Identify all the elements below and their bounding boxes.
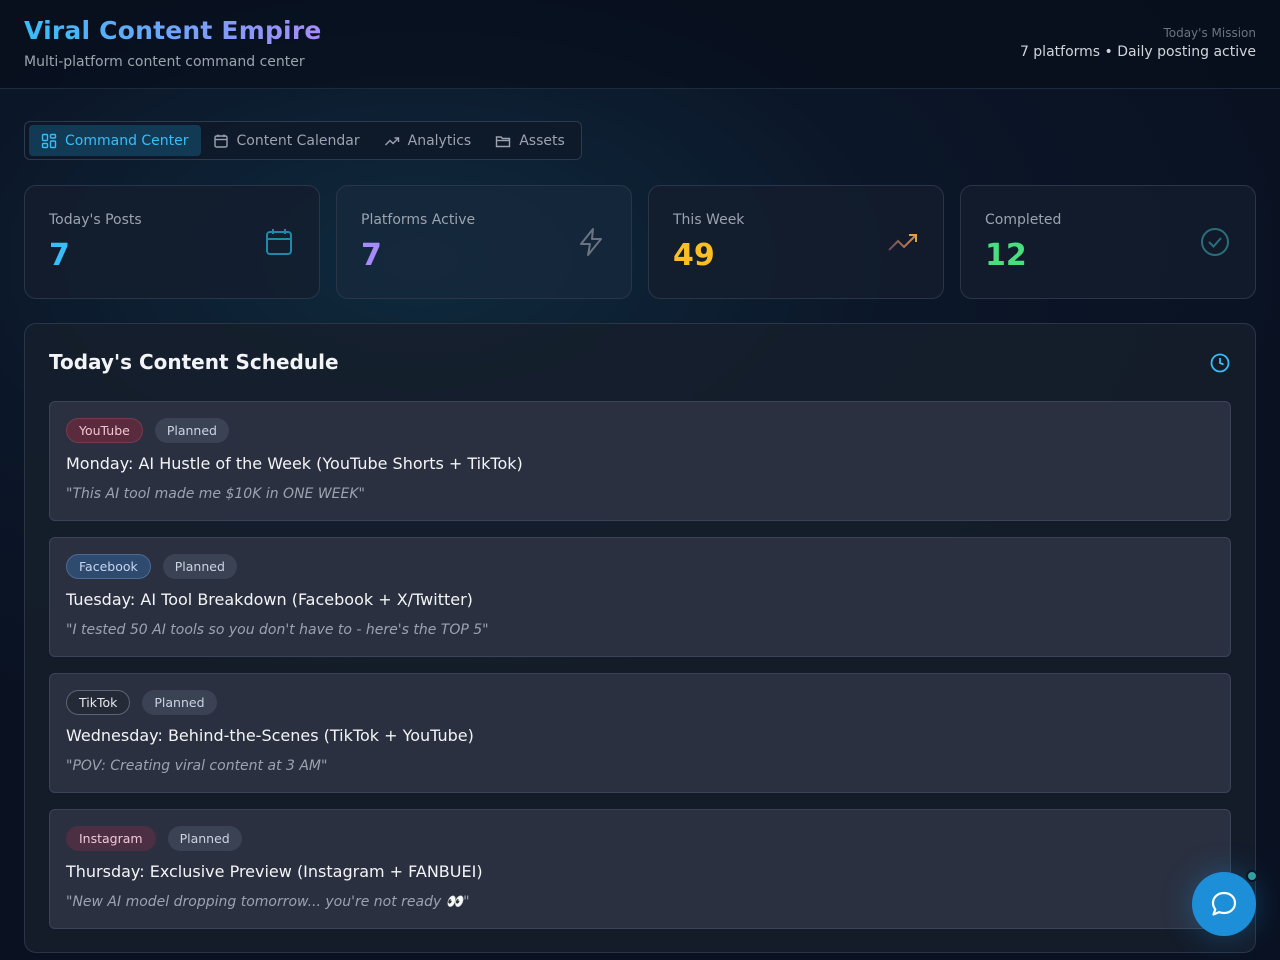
item-hook-quote: "This AI tool made me $10K in ONE WEEK" <box>66 486 365 502</box>
status-badge: Planned <box>154 418 229 443</box>
tab-content-calendar[interactable]: Content Calendar <box>201 125 372 156</box>
schedule-item[interactable]: Facebook Planned Tuesday: AI Tool Breakd… <box>49 537 1231 657</box>
stat-value: 7 <box>361 238 382 273</box>
stat-card-todays-posts: Today's Posts 7 <box>24 185 320 299</box>
content-schedule-panel: Today's Content Schedule YouTube Planned… <box>24 323 1256 953</box>
mission-value: 7 platforms • Daily posting active <box>1019 44 1256 60</box>
stat-label: Today's Posts <box>49 212 142 228</box>
platform-badge: YouTube <box>66 418 143 443</box>
tab-analytics[interactable]: Analytics <box>372 125 484 156</box>
stat-value: 12 <box>985 238 1027 273</box>
item-title: Wednesday: Behind-the-Scenes (TikTok + Y… <box>66 726 474 745</box>
schedule-item[interactable]: Instagram Planned Thursday: Exclusive Pr… <box>49 809 1231 929</box>
lightning-icon <box>580 228 602 256</box>
chat-bubble-icon <box>1211 891 1237 916</box>
main-tabs: Command Center Content Calendar Analytic… <box>24 121 582 160</box>
tab-command-center[interactable]: Command Center <box>29 125 201 156</box>
folder-icon <box>496 135 511 147</box>
schedule-item[interactable]: YouTube Planned Monday: AI Hustle of the… <box>49 401 1231 521</box>
trending-up-icon <box>888 234 917 251</box>
app-subtitle: Multi-platform content command center <box>24 54 305 70</box>
schedule-title: Today's Content Schedule <box>49 350 339 374</box>
stats-row: Today's Posts 7 Platforms Active 7 This … <box>24 185 1256 299</box>
trending-up-icon <box>384 136 399 145</box>
platform-badge: Instagram <box>66 826 156 851</box>
chat-button[interactable] <box>1192 872 1256 936</box>
stat-card-this-week: This Week 49 <box>648 185 944 299</box>
mission-label: Today's Mission <box>1163 26 1256 40</box>
status-badge: Planned <box>162 554 237 579</box>
clock-icon <box>1210 353 1230 373</box>
stat-label: Platforms Active <box>361 212 476 228</box>
platform-badge: TikTok <box>66 690 131 715</box>
calendar-icon <box>266 229 292 255</box>
schedule-item[interactable]: TikTok Planned Wednesday: Behind-the-Sce… <box>49 673 1231 793</box>
tab-label: Assets <box>519 132 565 149</box>
app-title: Viral Content Empire <box>24 16 322 45</box>
stat-card-platforms-active: Platforms Active 7 <box>336 185 632 299</box>
item-hook-quote: "I tested 50 AI tools so you don't have … <box>66 622 489 638</box>
check-circle-icon <box>1201 228 1229 256</box>
platform-badge: Facebook <box>66 554 151 579</box>
item-title: Tuesday: AI Tool Breakdown (Facebook + X… <box>66 590 473 609</box>
stat-value: 49 <box>673 238 715 273</box>
item-hook-quote: "POV: Creating viral content at 3 AM" <box>66 758 328 774</box>
tab-label: Command Center <box>65 132 189 149</box>
tab-assets[interactable]: Assets <box>483 125 577 156</box>
notification-dot <box>1246 870 1258 882</box>
app-header: Viral Content Empire Multi-platform cont… <box>0 0 1280 89</box>
status-badge: Planned <box>142 690 217 715</box>
status-badge: Planned <box>167 826 242 851</box>
tab-label: Analytics <box>407 132 472 149</box>
calendar-icon <box>213 134 228 148</box>
tab-label: Content Calendar <box>236 132 360 149</box>
stat-label: This Week <box>673 212 745 228</box>
item-hook-quote: "New AI model dropping tomorrow... you'r… <box>66 894 470 910</box>
stat-card-completed: Completed 12 <box>960 185 1256 299</box>
item-title: Monday: AI Hustle of the Week (YouTube S… <box>66 454 523 473</box>
stat-value: 7 <box>49 238 70 273</box>
item-title: Thursday: Exclusive Preview (Instagram +… <box>66 862 483 881</box>
grid-icon <box>41 133 57 148</box>
stat-label: Completed <box>985 212 1062 228</box>
